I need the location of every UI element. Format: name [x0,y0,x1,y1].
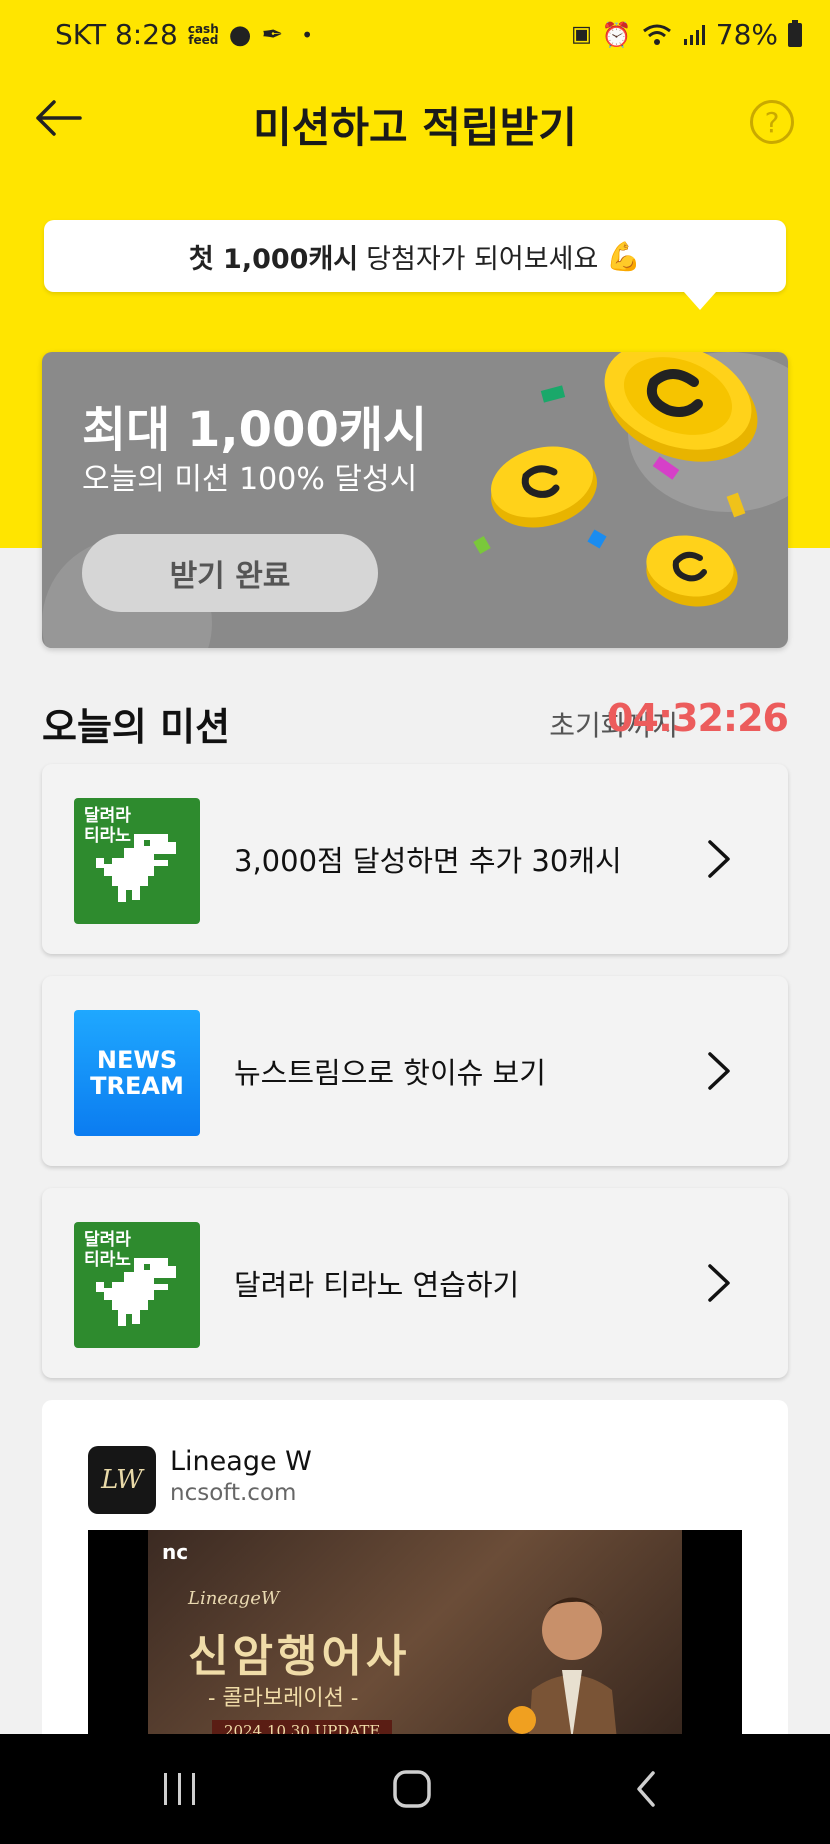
recent-apps-icon [164,1773,195,1805]
nav-back-button[interactable] [616,1764,676,1814]
dino-game-icon: 달려라 티라노 [74,1222,200,1348]
reward-title: 최대 1,000캐시 [82,402,428,458]
chat-icon: ● [228,19,252,50]
chevron-right-icon [708,1052,730,1090]
question-icon: ? [764,105,780,139]
promo-bubble: 첫 1,000캐시 당첨자가 되어보세요 💪 [44,220,786,310]
home-icon [393,1770,431,1808]
cashfeed-icon: cash feed [187,21,219,47]
ad-collab-text: - 콜라보레이션 - [208,1686,359,1711]
reward-card: 최대 1,000캐시 오늘의 미션 100% 달성시 받기 완료 [42,352,788,648]
news-thumb-text-2: TREAM [90,1072,184,1100]
status-right: ▣ ⏰ 78% [571,18,802,51]
signal-icon [683,24,705,45]
chevron-right-icon [708,840,730,878]
system-nav-bar [0,1734,830,1844]
battery-saver-icon: ▣ [571,22,592,47]
claim-complete-button[interactable]: 받기 완료 [82,534,378,612]
mission-item-dino-practice[interactable]: 달려라 티라노 달려라 티라노 연습하기 [42,1188,788,1378]
ad-headline: 신암행어사 [188,1631,411,1682]
news-thumb-text-1: NEWS [96,1046,178,1074]
carrier-time: SKT 8:28 [55,18,178,51]
mission-item-dino-score[interactable]: 달려라 티라노 3,000점 달성하면 추가 30캐시 [42,764,788,954]
battery-icon [788,19,802,47]
help-button[interactable]: ? [750,100,794,144]
mission-label: 3,000점 달성하면 추가 30캐시 [234,844,622,878]
feather-icon: ✒ [261,19,284,50]
promo-text: 당첨자가 되어보세요 [366,243,599,275]
mission-label: 뉴스트림으로 핫이슈 보기 [234,1056,546,1090]
wifi-icon [642,24,671,45]
ad-domain: ncsoft.com [170,1480,297,1506]
nc-logo: nc [162,1540,189,1564]
dino-game-icon: 달려라 티라노 [74,798,200,924]
chevron-right-icon [708,1264,730,1302]
notification-dot-icon: • [301,22,314,47]
missions-section-title: 오늘의 미션 [42,705,231,749]
mission-item-newstream[interactable]: NEWS TREAM 뉴스트림으로 핫이슈 보기 [42,976,788,1166]
status-left: SKT 8:28 cash feed ● ✒ • [55,18,313,51]
home-button[interactable] [382,1764,442,1814]
lineage-w-logo: LW [88,1446,156,1514]
newstream-icon: NEWS TREAM [74,1010,200,1136]
page-title: 미션하고 적립받기 [253,103,577,152]
ad-advertiser-name: Lineage W [170,1446,312,1477]
alarm-icon: ⏰ [601,20,632,49]
promo-bold: 첫 1,000캐시 [188,243,359,275]
mission-label: 달려라 티라노 연습하기 [234,1268,520,1302]
chevron-left-icon [637,1771,655,1807]
muscle-emoji-icon: 💪 [606,239,642,273]
reset-countdown: 04:32:26 [606,696,789,740]
app-header: 미션하고 적립받기 ? [0,80,830,160]
recent-apps-button[interactable] [150,1764,210,1814]
status-bar: SKT 8:28 cash feed ● ✒ • ▣ ⏰ 78% [0,0,830,70]
battery-percent: 78% [715,18,778,51]
ad-brand-text: LineageW [188,1588,280,1609]
reward-subtitle: 오늘의 미션 100% 달성시 [82,462,418,497]
